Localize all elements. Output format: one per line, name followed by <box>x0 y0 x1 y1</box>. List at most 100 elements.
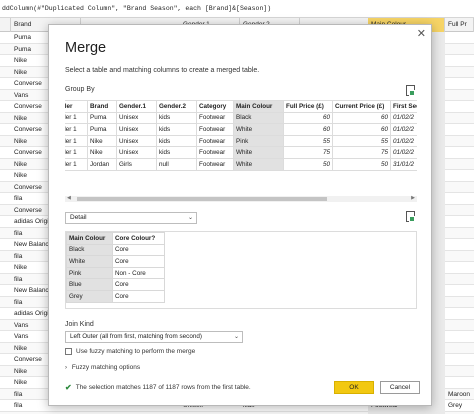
first-table-column-header[interactable]: Brand <box>87 100 117 113</box>
table-cell[interactable] <box>445 124 474 136</box>
second-table-column-header[interactable]: Core Colour? <box>112 232 165 245</box>
table-cell[interactable] <box>445 377 474 389</box>
second-table-column-header[interactable]: Main Colour <box>66 232 113 245</box>
first-table-cell: 01/02/2 <box>390 123 417 136</box>
row-selector-header[interactable] <box>0 18 11 32</box>
second-table-cell: Core <box>112 278 165 291</box>
close-icon[interactable]: ✕ <box>417 28 426 40</box>
scrollbar-thumb[interactable] <box>77 197 327 201</box>
first-table-row: iler 1NikeUnisexkidsFootwearWhite757501/… <box>65 146 417 159</box>
table-cell[interactable]: Grey <box>445 400 474 412</box>
second-table-row: White Core <box>66 255 165 268</box>
table-cell[interactable] <box>445 216 474 228</box>
fuzzy-matching-checkbox[interactable] <box>65 347 72 355</box>
table-cell[interactable] <box>445 285 474 297</box>
first-table-column-header[interactable]: iler <box>65 100 88 113</box>
second-table-select[interactable]: Detail ⌄ <box>65 212 197 224</box>
first-table-preview: ilerBrandGender.1Gender.2CategoryMain Co… <box>65 100 417 196</box>
first-table-cell: iler 1 <box>65 134 88 148</box>
table-cell[interactable] <box>445 147 474 159</box>
first-table-column-header[interactable]: Category <box>196 100 234 113</box>
formula-bar[interactable]: ddColumn(#"Duplicated Column", "Brand Se… <box>0 0 474 18</box>
first-table-cell: Black <box>233 111 284 125</box>
scroll-left-icon[interactable]: ◀ <box>67 195 71 201</box>
first-table-column-header[interactable]: Full Price (£) <box>283 100 333 113</box>
file-refresh-icon[interactable] <box>406 85 415 96</box>
fuzzy-options-label: Fuzzy matching options <box>71 364 141 371</box>
first-table-column-header[interactable]: Current Price (£) <box>332 100 391 113</box>
first-table-cell: White <box>233 123 284 136</box>
ok-button[interactable]: OK <box>334 381 374 394</box>
table-cell[interactable] <box>445 366 474 378</box>
fuzzy-matching-label[interactable]: Use fuzzy matching to perform the merge <box>76 348 195 355</box>
second-table-row: Blue Core <box>66 278 165 291</box>
join-kind-select[interactable]: Left Outer (all from first, matching fro… <box>65 331 243 343</box>
table-cell[interactable] <box>445 32 474 44</box>
first-table-cell: Nike <box>87 146 117 159</box>
join-kind-value: Left Outer (all from first, matching fro… <box>70 333 202 340</box>
first-table-cell: kids <box>156 134 197 148</box>
first-table-cell: 75 <box>332 146 391 159</box>
table-cell[interactable]: Maroon <box>445 389 474 401</box>
table-cell[interactable] <box>445 113 474 125</box>
dialog-title: Merge <box>65 40 107 56</box>
cancel-button[interactable]: Cancel <box>380 381 420 394</box>
second-table-cell: Non - Core <box>112 266 165 280</box>
table-cell[interactable] <box>445 354 474 366</box>
table-cell[interactable] <box>445 251 474 263</box>
column-header-full-price[interactable]: Full Pr <box>445 18 474 32</box>
second-table-cell: Black <box>66 243 113 257</box>
first-table-cell: 55 <box>332 134 391 148</box>
table-cell[interactable] <box>445 170 474 182</box>
dialog-subtitle: Select a table and matching columns to c… <box>65 67 260 74</box>
second-table-cell: Core <box>112 255 165 268</box>
table-cell[interactable] <box>445 343 474 355</box>
first-table-cell: 50 <box>332 157 391 171</box>
table-cell[interactable] <box>445 55 474 67</box>
table-cell[interactable] <box>445 331 474 343</box>
first-table-column-header[interactable]: Gender.2 <box>156 100 197 113</box>
table-cell[interactable] <box>445 136 474 148</box>
second-table-cell: White <box>66 255 113 268</box>
fuzzy-options-expander[interactable]: › Fuzzy matching options <box>65 364 140 371</box>
table-cell[interactable] <box>445 262 474 274</box>
first-table-cell: 60 <box>283 123 333 136</box>
file-refresh-icon[interactable] <box>406 211 415 222</box>
first-table-cell: Footwear <box>196 111 234 125</box>
chevron-down-icon: ⌄ <box>233 334 239 340</box>
first-table-column-header[interactable]: Gender.1 <box>116 100 157 113</box>
table-cell[interactable] <box>445 274 474 286</box>
table-cell[interactable] <box>445 193 474 205</box>
table-cell[interactable] <box>445 182 474 194</box>
table-cell[interactable] <box>445 205 474 217</box>
table-cell[interactable] <box>445 159 474 171</box>
first-table-cell: 60 <box>332 111 391 125</box>
table-cell[interactable] <box>445 101 474 113</box>
table-cell[interactable] <box>445 228 474 240</box>
table-cell[interactable] <box>445 239 474 251</box>
table-cell[interactable] <box>445 44 474 56</box>
first-table-column-header[interactable]: Main Colour <box>233 100 284 113</box>
first-table-cell: White <box>233 157 284 171</box>
table-cell[interactable] <box>445 297 474 309</box>
table-cell[interactable] <box>445 67 474 79</box>
horizontal-scrollbar[interactable]: ◀ ▶ <box>65 195 417 202</box>
first-table-cell: 60 <box>332 123 391 136</box>
table-cell[interactable] <box>445 308 474 320</box>
first-table-cell: Unisex <box>116 111 157 125</box>
first-table-cell: Unisex <box>116 134 157 148</box>
first-table-cell: 55 <box>283 134 333 148</box>
first-table-cell: Nike <box>87 134 117 148</box>
first-table-column-header[interactable]: First Seen <box>390 100 417 113</box>
merge-dialog: ✕ Merge Select a table and matching colu… <box>48 24 432 406</box>
first-table-cell: 50 <box>283 157 333 171</box>
second-table-row: Black Core <box>66 243 165 257</box>
first-table-cell: Footwear <box>196 157 234 171</box>
scroll-right-icon[interactable]: ▶ <box>411 195 415 201</box>
first-table-cell: Footwear <box>196 123 234 136</box>
first-table-cell: iler 1 <box>65 146 88 159</box>
table-cell[interactable] <box>445 320 474 332</box>
table-cell[interactable] <box>445 78 474 90</box>
table-cell[interactable] <box>445 90 474 102</box>
second-table-select-value: Detail <box>70 214 87 221</box>
